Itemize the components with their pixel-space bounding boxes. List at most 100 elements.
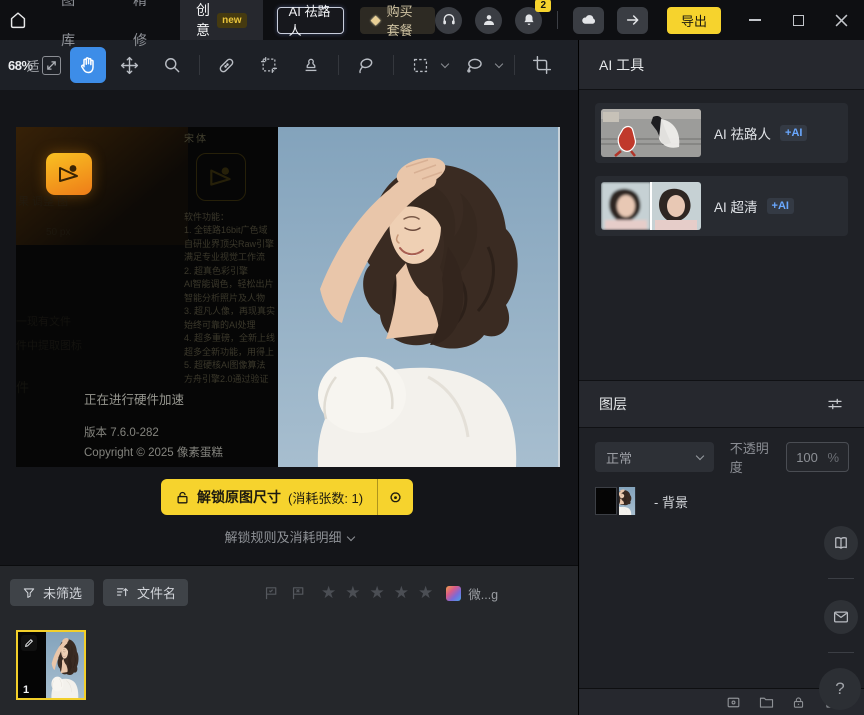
sliders-icon[interactable] xyxy=(826,395,844,413)
book-icon xyxy=(832,534,850,552)
unlock-main[interactable]: 解锁原图尺寸 (消耗张数: 1) xyxy=(161,479,377,515)
quick-select-tool-button[interactable] xyxy=(348,47,384,83)
color-label-icon[interactable] xyxy=(446,586,461,601)
support-button[interactable] xyxy=(435,7,462,34)
ghost-line: 方舟引擎2.0通过验证 xyxy=(184,373,278,387)
star-icon[interactable]: ★ xyxy=(345,583,360,603)
help-button[interactable]: ? xyxy=(819,668,861,710)
right-panel: AI 工具 AI 祛路人 +AI AI 超清 +AI 图层 正常 不透明度 10… xyxy=(578,40,864,715)
filter-row: 未筛选 文件名 xyxy=(10,579,188,606)
clone-stamp-button[interactable] xyxy=(293,47,329,83)
filmstrip-thumbnail[interactable]: 1 xyxy=(16,630,86,700)
crop-tool-button[interactable] xyxy=(524,47,560,83)
bell-icon xyxy=(521,12,537,28)
rect-select-dropdown[interactable] xyxy=(440,59,448,67)
fit-screen-icon xyxy=(46,60,57,71)
unlock-rules-label: 解锁规则及消耗明细 xyxy=(224,530,341,545)
rect-select-tool-button[interactable] xyxy=(403,47,439,83)
account-button[interactable] xyxy=(475,7,502,34)
canvas-image[interactable]: 宋体 软件功能： 1. 全链路16bit广色域 自研业界顶尖Raw引擎 满足专业… xyxy=(16,127,560,467)
layer-thumb-black xyxy=(595,487,617,515)
filmstrip-panel: 未筛选 文件名 ★ ★ ★ ★ ★ 微...g 1 xyxy=(0,565,578,715)
lock-small-icon[interactable] xyxy=(791,695,806,710)
question-mark-icon: ? xyxy=(835,679,844,699)
sort-button[interactable]: 文件名 xyxy=(103,579,188,606)
ai-remove-passersby-button[interactable]: AI 祛路人 xyxy=(277,7,344,34)
photo-edge-line xyxy=(558,127,560,467)
crop-icon xyxy=(532,55,552,75)
notifications-button[interactable]: 2 xyxy=(515,7,542,34)
ghost-fragment: 件 xyxy=(16,377,29,396)
ghost-fragment: 果 调整 图 xyxy=(18,193,68,209)
manual-button[interactable] xyxy=(824,526,858,560)
minimize-button[interactable] xyxy=(740,0,770,40)
layers-header: 图层 xyxy=(579,380,864,428)
flag-x-icon[interactable] xyxy=(290,585,307,602)
notification-count-badge: 2 xyxy=(535,0,551,12)
ai-badge: +AI xyxy=(780,125,807,141)
ai-upscale-card-label: AI 超清 xyxy=(714,196,758,216)
fill-layer-icon[interactable] xyxy=(725,694,742,711)
flag-check-icon[interactable] xyxy=(263,585,280,602)
unlock-original-size-button[interactable]: 解锁原图尺寸 (消耗张数: 1) xyxy=(161,479,413,515)
ghost-line: 智能分析照片及人物 xyxy=(184,292,278,306)
ghost-logo-icon xyxy=(196,153,246,201)
tab-gallery[interactable]: 图库 xyxy=(36,0,108,60)
ghost-line: 满足专业视觉工作流 xyxy=(184,251,278,265)
heal-tool-button[interactable] xyxy=(209,47,245,83)
unlock-label: 解锁原图尺寸 xyxy=(197,487,281,507)
buy-package-button[interactable]: ◆ 购买套餐 xyxy=(360,7,435,34)
ai-upscale-card[interactable]: AI 超清 +AI xyxy=(595,176,848,236)
ai-remove-card-label: AI 祛路人 xyxy=(714,123,771,143)
maximize-icon xyxy=(793,15,804,26)
headset-icon xyxy=(441,12,457,28)
filter-button[interactable]: 未筛选 xyxy=(10,579,94,606)
photo-woman xyxy=(278,127,560,467)
export-button[interactable]: 导出 xyxy=(667,7,721,34)
canvas-area[interactable]: 宋体 软件功能： 1. 全链路16bit广色域 自研业界顶尖Raw引擎 满足专业… xyxy=(0,90,578,565)
buy-package-label: 购买套餐 xyxy=(387,1,424,39)
ai-upscale-thumbnail xyxy=(601,182,701,230)
maximize-button[interactable] xyxy=(783,0,813,40)
ai-remove-passersby-card[interactable]: AI 祛路人 +AI xyxy=(595,103,848,163)
star-icon[interactable]: ★ xyxy=(394,583,409,603)
star-icon[interactable]: ★ xyxy=(418,583,433,603)
blend-mode-select[interactable]: 正常 xyxy=(595,442,714,472)
tab-retouch[interactable]: 精修 xyxy=(108,0,180,60)
layer-row-background[interactable]: - 背景 xyxy=(595,487,688,515)
opacity-input[interactable]: 100 % xyxy=(786,442,849,472)
unlock-rules-link[interactable]: 解锁规则及消耗明细 xyxy=(0,527,578,546)
layer-name: - 背景 xyxy=(654,492,688,511)
layer-thumb-photo xyxy=(619,487,645,515)
close-button[interactable] xyxy=(826,0,856,40)
cloud-button[interactable] xyxy=(573,7,604,34)
funnel-icon xyxy=(22,586,36,600)
feedback-button[interactable] xyxy=(824,600,858,634)
lasso-dropdown[interactable] xyxy=(494,59,502,67)
diamond-icon: ◆ xyxy=(371,12,381,28)
titlebar-divider xyxy=(557,11,558,29)
thumbnail-photo-part xyxy=(46,632,84,698)
arrow-right-icon xyxy=(625,12,641,28)
home-button[interactable] xyxy=(0,0,36,40)
open-in-button[interactable] xyxy=(617,7,648,34)
canvas-expand-tool-button[interactable] xyxy=(251,47,287,83)
ghost-line: 4. 超多重磅，全新上线 xyxy=(184,332,278,346)
opacity-value: 100 xyxy=(796,450,818,465)
home-icon xyxy=(7,9,29,31)
tab-creative[interactable]: 创意 new xyxy=(180,0,263,40)
lock-icon xyxy=(175,490,190,505)
unlock-settings-button[interactable] xyxy=(377,479,413,515)
ghost-line: AI智能调色，轻松出片 xyxy=(184,278,278,292)
star-icon[interactable]: ★ xyxy=(370,583,385,603)
star-icon[interactable]: ★ xyxy=(321,583,336,603)
blend-mode-value: 正常 xyxy=(606,448,632,467)
float-divider xyxy=(828,652,854,653)
lasso-tool-button[interactable] xyxy=(457,47,493,83)
new-badge: new xyxy=(217,13,246,28)
folder-icon[interactable] xyxy=(758,694,775,711)
filter-label: 未筛选 xyxy=(43,583,82,602)
chevron-down-icon xyxy=(346,533,354,541)
splash-status-block: 正在进行硬件加速 版本 7.6.0-282 Copyright © 2025 像… xyxy=(84,389,223,460)
ghost-line: 2. 超真色彩引擎 xyxy=(184,265,278,279)
